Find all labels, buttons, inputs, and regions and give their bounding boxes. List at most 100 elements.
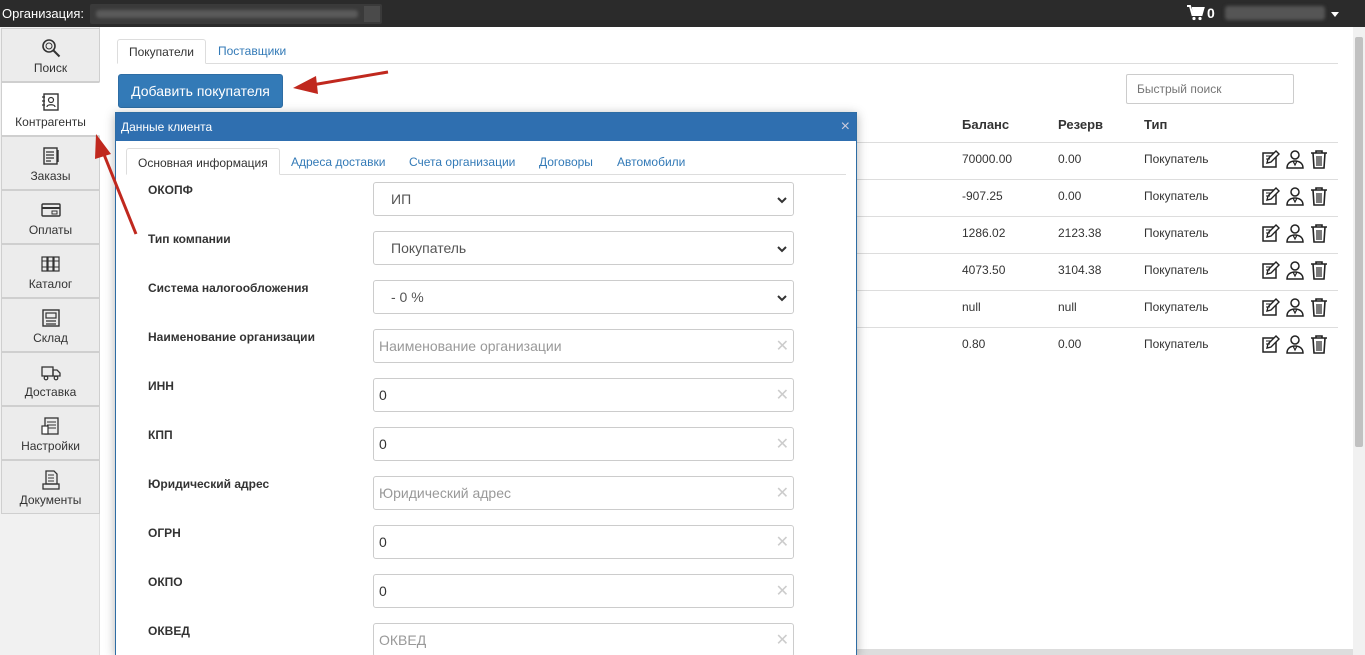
tab-main-info[interactable]: Основная информация xyxy=(126,148,280,175)
edit-icon[interactable] xyxy=(1261,260,1281,280)
user-icon[interactable] xyxy=(1285,260,1305,280)
close-icon[interactable]: × xyxy=(841,119,850,135)
row-actions xyxy=(1261,149,1329,169)
sidebar-item-label: Документы xyxy=(19,493,82,507)
clear-icon[interactable]: ✕ xyxy=(776,584,789,600)
sidebar-item-warehouse[interactable]: Склад xyxy=(1,298,100,352)
reserve-cell: null xyxy=(1058,300,1077,314)
edit-icon[interactable] xyxy=(1261,297,1281,317)
company-type-select[interactable]: Покупатель xyxy=(373,231,794,265)
okved-input[interactable]: ОКВЕД ✕ xyxy=(373,623,794,655)
chevron-down-icon xyxy=(777,246,787,253)
quick-search-input[interactable] xyxy=(1126,74,1294,104)
organization-select[interactable] xyxy=(90,3,383,24)
trash-icon[interactable] xyxy=(1309,260,1329,280)
table-divider xyxy=(857,216,1338,217)
sidebar-item-label: Поиск xyxy=(33,61,68,75)
organization-name-label: Наименование организации xyxy=(148,330,315,344)
sidebar-item-settings[interactable]: Настройки xyxy=(1,406,100,460)
organization-label: Организация: xyxy=(2,6,85,21)
trash-icon[interactable] xyxy=(1309,223,1329,243)
okved-placeholder: ОКВЕД xyxy=(379,632,427,648)
table-divider xyxy=(857,290,1338,291)
scrollbar-thumb[interactable] xyxy=(1355,37,1363,447)
clear-icon[interactable]: ✕ xyxy=(776,339,789,355)
inn-value: 0 xyxy=(379,387,387,403)
sidebar-item-catalog[interactable]: Каталог xyxy=(1,244,100,298)
contractor-tabs: Покупатели Поставщики xyxy=(117,39,1338,64)
ogrn-value: 0 xyxy=(379,534,387,550)
user-icon[interactable] xyxy=(1285,334,1305,354)
tab-buyers[interactable]: Покупатели xyxy=(117,39,206,64)
tab-organization-accounts[interactable]: Счета организации xyxy=(398,148,526,175)
balance-cell: 4073.50 xyxy=(962,263,1006,277)
clear-icon[interactable]: ✕ xyxy=(776,437,789,453)
documents-icon xyxy=(40,469,62,491)
ogrn-label: ОГРН xyxy=(148,526,181,540)
organization-dropdown-toggle[interactable] xyxy=(364,5,381,22)
company-type-label: Тип компании xyxy=(148,232,231,246)
okpo-input[interactable]: 0 ✕ xyxy=(373,574,794,608)
tab-delivery-addresses[interactable]: Адреса доставки xyxy=(280,148,396,175)
legal-address-input[interactable]: Юридический адрес ✕ xyxy=(373,476,794,510)
user-icon[interactable] xyxy=(1285,186,1305,206)
table-divider xyxy=(857,179,1338,180)
column-header-type[interactable]: Тип xyxy=(1144,117,1167,132)
tab-suppliers[interactable]: Поставщики xyxy=(207,39,297,64)
trash-icon[interactable] xyxy=(1309,334,1329,354)
reserve-cell: 0.00 xyxy=(1058,189,1082,203)
clear-icon[interactable]: ✕ xyxy=(776,388,789,404)
chevron-down-icon xyxy=(777,295,787,302)
type-cell: Покупатель xyxy=(1144,263,1209,277)
user-menu-caret-icon[interactable] xyxy=(1331,12,1339,17)
okpo-label: ОКПО xyxy=(148,575,183,589)
sidebar-item-search[interactable]: Поиск xyxy=(1,28,100,82)
sidebar-item-payments[interactable]: Оплаты xyxy=(1,190,100,244)
row-actions xyxy=(1261,297,1329,317)
sidebar-item-label: Склад xyxy=(33,331,68,345)
vertical-scrollbar[interactable] xyxy=(1353,27,1365,655)
kpp-value: 0 xyxy=(379,436,387,452)
user-icon[interactable] xyxy=(1285,297,1305,317)
edit-icon[interactable] xyxy=(1261,149,1281,169)
sidebar-item-label: Оплаты xyxy=(28,223,73,237)
clear-icon[interactable]: ✕ xyxy=(776,633,789,649)
type-cell: Покупатель xyxy=(1144,300,1209,314)
edit-icon[interactable] xyxy=(1261,334,1281,354)
clear-icon[interactable]: ✕ xyxy=(776,535,789,551)
ogrn-input[interactable]: 0 ✕ xyxy=(373,525,794,559)
edit-icon[interactable] xyxy=(1261,186,1281,206)
kpp-input[interactable]: 0 ✕ xyxy=(373,427,794,461)
organization-name-input[interactable]: Наименование организации ✕ xyxy=(373,329,794,363)
sidebar-item-contractors[interactable]: Контрагенты xyxy=(1,82,100,136)
tab-vehicles[interactable]: Автомобили xyxy=(606,148,696,175)
legal-address-label: Юридический адрес xyxy=(148,477,270,491)
trash-icon[interactable] xyxy=(1309,297,1329,317)
table-divider xyxy=(857,327,1338,328)
balance-cell: 0.80 xyxy=(962,337,986,351)
user-icon[interactable] xyxy=(1285,223,1305,243)
user-name-redacted[interactable] xyxy=(1225,6,1325,20)
sidebar-item-delivery[interactable]: Доставка xyxy=(1,352,100,406)
cart-button[interactable]: 0 xyxy=(1187,5,1215,21)
column-header-balance[interactable]: Баланс xyxy=(962,117,1009,132)
inn-input[interactable]: 0 ✕ xyxy=(373,378,794,412)
clear-icon[interactable]: ✕ xyxy=(776,486,789,502)
okopf-select[interactable]: ИП xyxy=(373,182,794,216)
tab-contracts[interactable]: Договоры xyxy=(528,148,604,175)
sidebar-item-orders[interactable]: Заказы xyxy=(1,136,100,190)
column-header-reserve[interactable]: Резерв xyxy=(1058,117,1103,132)
edit-icon[interactable] xyxy=(1261,223,1281,243)
reserve-cell: 0.00 xyxy=(1058,337,1082,351)
sidebar-item-documents[interactable]: Документы xyxy=(1,460,100,514)
tax-system-select[interactable]: - 0 % xyxy=(373,280,794,314)
horizontal-scrollbar[interactable] xyxy=(857,649,1353,655)
trash-icon[interactable] xyxy=(1309,149,1329,169)
trash-icon[interactable] xyxy=(1309,186,1329,206)
okpo-value: 0 xyxy=(379,583,387,599)
user-icon[interactable] xyxy=(1285,149,1305,169)
add-buyer-button[interactable]: Добавить покупателя xyxy=(118,74,283,108)
row-actions xyxy=(1261,223,1329,243)
okved-label: ОКВЕД xyxy=(148,624,190,638)
row-actions xyxy=(1261,186,1329,206)
